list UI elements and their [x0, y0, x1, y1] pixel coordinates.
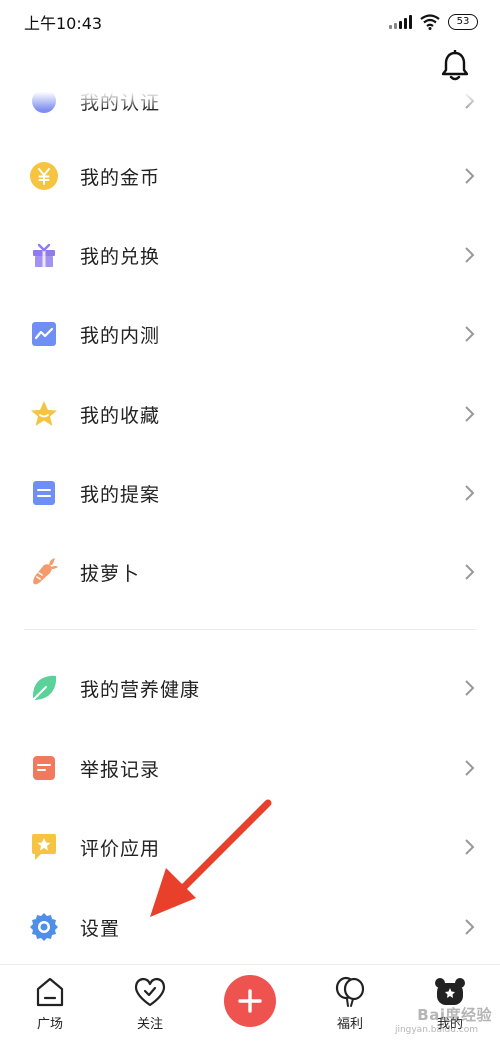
menu-item-favorites[interactable]: 我的收藏 — [0, 383, 500, 445]
nav-tab-label: 福利 — [336, 1017, 363, 1032]
rate-icon — [28, 831, 60, 863]
status-bar: 上午10:43 53 — [0, 0, 500, 44]
chevron-right-icon — [465, 760, 475, 776]
coin-icon — [28, 160, 60, 192]
menu-item-label: 我的兑换 — [80, 245, 161, 268]
chevron-right-icon — [465, 406, 475, 422]
settings-menu-screen: 上午10:43 53 我的认证 我的金币 我的兑换 我的内测 我的收藏 我的提案… — [0, 0, 500, 1041]
gift-icon — [28, 239, 60, 271]
chevron-right-icon — [465, 93, 475, 109]
nav-tab-follow[interactable]: 关注 — [110, 965, 190, 1041]
signal-icon — [389, 15, 412, 29]
publish-button[interactable] — [224, 975, 276, 1027]
menu-item-label: 我的金币 — [80, 166, 161, 189]
nav-tab-welfare[interactable]: 福利 — [310, 965, 390, 1041]
menu-item-label: 举报记录 — [80, 758, 161, 781]
battery-icon: 53 — [448, 14, 478, 30]
menu-item-proposals[interactable]: 我的提案 — [0, 462, 500, 524]
menu-item-label: 我的收藏 — [80, 404, 161, 427]
menu-item-label: 评价应用 — [80, 837, 161, 860]
status-icons: 53 — [389, 14, 478, 30]
chevron-right-icon — [465, 919, 475, 935]
leaf-icon — [28, 672, 60, 704]
chevron-right-icon — [465, 168, 475, 184]
menu-item-label: 我的内测 — [80, 324, 161, 347]
chevron-right-icon — [465, 564, 475, 580]
nav-tab-label: 广场 — [36, 1017, 63, 1032]
carrot-icon — [28, 556, 60, 588]
chevron-right-icon — [465, 485, 475, 501]
menu-item-label: 我的认证 — [80, 91, 161, 114]
home-icon — [36, 977, 64, 1007]
watermark: Bai度经验 — [417, 1006, 492, 1024]
chevron-right-icon — [465, 247, 475, 263]
menu-item-nutrition[interactable]: 我的营养健康 — [0, 657, 500, 719]
chevron-right-icon — [465, 680, 475, 696]
badge-icon — [28, 85, 60, 117]
menu-item-beta[interactable]: 我的内测 — [0, 303, 500, 365]
menu-item-label: 我的提案 — [80, 483, 161, 506]
section-divider — [24, 629, 476, 630]
heart-icon — [134, 977, 166, 1007]
star-icon — [28, 398, 60, 430]
report-icon — [28, 752, 60, 784]
balloon-icon — [335, 976, 365, 1007]
nav-tab-label: 关注 — [136, 1017, 163, 1032]
menu-item-coins[interactable]: 我的金币 — [0, 145, 500, 207]
nav-tab-square[interactable]: 广场 — [10, 965, 90, 1041]
menu-item-certification[interactable]: 我的认证 — [0, 70, 500, 132]
menu-item-rate-app[interactable]: 评价应用 — [0, 816, 500, 878]
plus-icon — [238, 989, 262, 1013]
menu-item-label: 设置 — [80, 917, 121, 940]
menu-item-label: 我的营养健康 — [80, 678, 201, 701]
menu-item-exchange[interactable]: 我的兑换 — [0, 224, 500, 286]
chevron-right-icon — [465, 839, 475, 855]
watermark-url: jingyan.baidu.com — [394, 1025, 478, 1035]
wifi-icon — [420, 14, 440, 30]
status-time: 上午10:43 — [24, 14, 103, 33]
document-icon — [28, 477, 60, 509]
gear-icon — [28, 911, 60, 943]
menu-item-label: 拔萝卜 — [80, 562, 141, 585]
chart-icon — [28, 318, 60, 350]
menu-item-settings[interactable]: 设置 — [0, 896, 500, 958]
menu-item-carrot[interactable]: 拔萝卜 — [0, 541, 500, 603]
chevron-right-icon — [465, 326, 475, 342]
battery-level: 53 — [456, 16, 470, 27]
menu-item-reports[interactable]: 举报记录 — [0, 737, 500, 799]
